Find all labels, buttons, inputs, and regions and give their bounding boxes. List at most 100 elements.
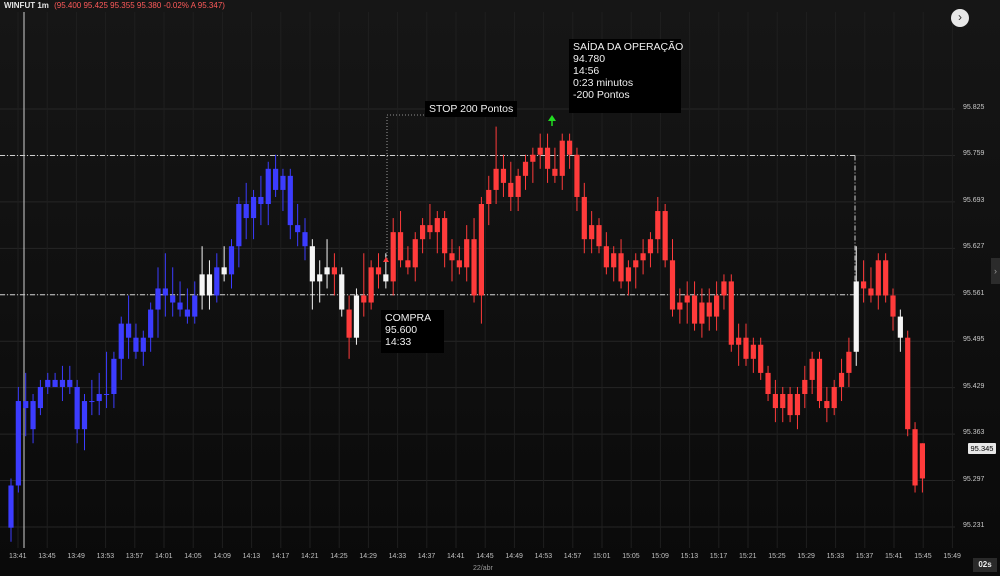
candle-body xyxy=(162,288,168,296)
candle-body xyxy=(662,211,668,261)
candle-body xyxy=(758,344,764,373)
candle-body xyxy=(339,274,345,310)
buy-marker-icon xyxy=(383,257,389,262)
candle-body xyxy=(8,485,14,528)
candle-body xyxy=(67,379,73,387)
time-tick-label: 14:17 xyxy=(271,553,290,560)
candle-body xyxy=(317,274,323,282)
current-price-tag: 95.345 xyxy=(968,443,996,454)
candle-body xyxy=(37,386,43,409)
candle-body xyxy=(552,168,558,176)
candle-body xyxy=(905,337,911,430)
time-tick-label: 15:41 xyxy=(885,553,903,560)
candle-body xyxy=(486,189,492,204)
candle-body xyxy=(714,295,720,317)
candle-body xyxy=(397,232,404,261)
candle-body xyxy=(669,260,676,310)
symbol-label: WINFUT 1m xyxy=(4,1,49,10)
candle-body xyxy=(625,267,631,282)
time-tick-label: 15:01 xyxy=(593,553,611,560)
candlestick-chart[interactable] xyxy=(0,0,1000,576)
candle-body xyxy=(508,182,514,197)
candle-body xyxy=(449,253,455,261)
candle-body xyxy=(243,204,249,219)
candle-body xyxy=(787,394,793,416)
candle-body xyxy=(838,372,845,387)
price-tick-label: 95.363 xyxy=(963,429,985,437)
candle-body xyxy=(250,196,257,219)
candle-body xyxy=(45,379,51,387)
candle-body xyxy=(640,253,646,261)
candle-body xyxy=(265,168,271,204)
candle-body xyxy=(802,379,808,394)
candle-body xyxy=(618,253,624,282)
side-panel-toggle[interactable]: › xyxy=(991,258,1000,284)
candle-body xyxy=(794,394,801,416)
candle-body xyxy=(493,168,499,190)
ohlc-readout: (95.400 95.425 95.355 95.380 -0.02% A 95… xyxy=(54,1,225,10)
candle-body xyxy=(206,274,213,296)
candle-body xyxy=(273,168,279,190)
time-tick-label: 14:29 xyxy=(359,553,377,560)
candle-body xyxy=(471,239,477,296)
candle-body xyxy=(390,232,396,282)
candle-body xyxy=(148,309,154,338)
time-tick-label: 14:09 xyxy=(213,553,231,560)
time-tick-label: 15:17 xyxy=(709,553,728,560)
candle-body xyxy=(647,239,654,254)
candle-body xyxy=(515,175,521,197)
candle-body xyxy=(780,394,786,409)
candle-body xyxy=(309,246,315,282)
candle-body xyxy=(375,267,382,275)
time-tick-label: 14:41 xyxy=(447,553,465,560)
candle-body xyxy=(368,267,374,303)
candle-body xyxy=(427,225,433,233)
time-tick-label: 13:57 xyxy=(125,553,144,560)
time-tick-label: 13:49 xyxy=(67,553,85,560)
candle-body xyxy=(170,295,176,303)
candle-body xyxy=(412,239,418,268)
buy-annotation[interactable]: COMPRA 95.600 14:33 xyxy=(381,310,444,353)
candle-body xyxy=(126,323,132,338)
candle-body xyxy=(442,218,448,254)
candle-body xyxy=(434,218,440,233)
chevron-right-icon[interactable]: › xyxy=(951,9,969,27)
candle-body xyxy=(537,147,543,155)
candle-body xyxy=(574,154,580,197)
candle-body xyxy=(361,295,367,303)
candle-body xyxy=(30,401,36,430)
candle-body xyxy=(596,225,602,247)
candle-body xyxy=(736,337,742,345)
candle-body xyxy=(816,358,823,402)
candle-body xyxy=(824,401,830,409)
time-tick-label: 13:45 xyxy=(38,553,56,560)
candle-body xyxy=(258,196,264,204)
candle-body xyxy=(177,302,183,310)
candle-body xyxy=(192,295,198,317)
price-tick-label: 95.561 xyxy=(963,289,985,297)
candle-body xyxy=(912,429,918,486)
candle-body xyxy=(875,260,881,296)
candle-body xyxy=(809,358,815,380)
candle-body xyxy=(883,260,889,296)
candle-body xyxy=(919,443,925,479)
candle-body xyxy=(346,309,352,338)
candle-body xyxy=(831,386,837,409)
candle-body xyxy=(52,379,58,387)
price-tick-label: 95.495 xyxy=(963,336,985,344)
candle-body xyxy=(691,295,698,324)
time-tick-label: 14:25 xyxy=(330,553,348,560)
candle-body xyxy=(772,394,778,409)
symbol-header: WINFUT 1m (95.400 95.425 95.355 95.380 -… xyxy=(4,1,225,11)
time-tick-label: 15:13 xyxy=(680,553,699,560)
chart-window[interactable]: WINFUT 1m (95.400 95.425 95.355 95.380 -… xyxy=(0,0,1000,576)
candle-body xyxy=(221,267,227,275)
candle-body xyxy=(302,232,308,247)
candle-body xyxy=(199,274,205,296)
exit-annotation[interactable]: SAÍDA DA OPERAÇÃO 94.780 14:56 0:23 minu… xyxy=(569,39,683,113)
candle-body xyxy=(861,281,867,289)
time-tick-label: 13:53 xyxy=(96,553,115,560)
time-tick-label: 15:25 xyxy=(768,553,786,560)
stop-annotation[interactable]: STOP 200 Pontos xyxy=(425,101,518,117)
time-tick-label: 14:01 xyxy=(155,553,173,560)
